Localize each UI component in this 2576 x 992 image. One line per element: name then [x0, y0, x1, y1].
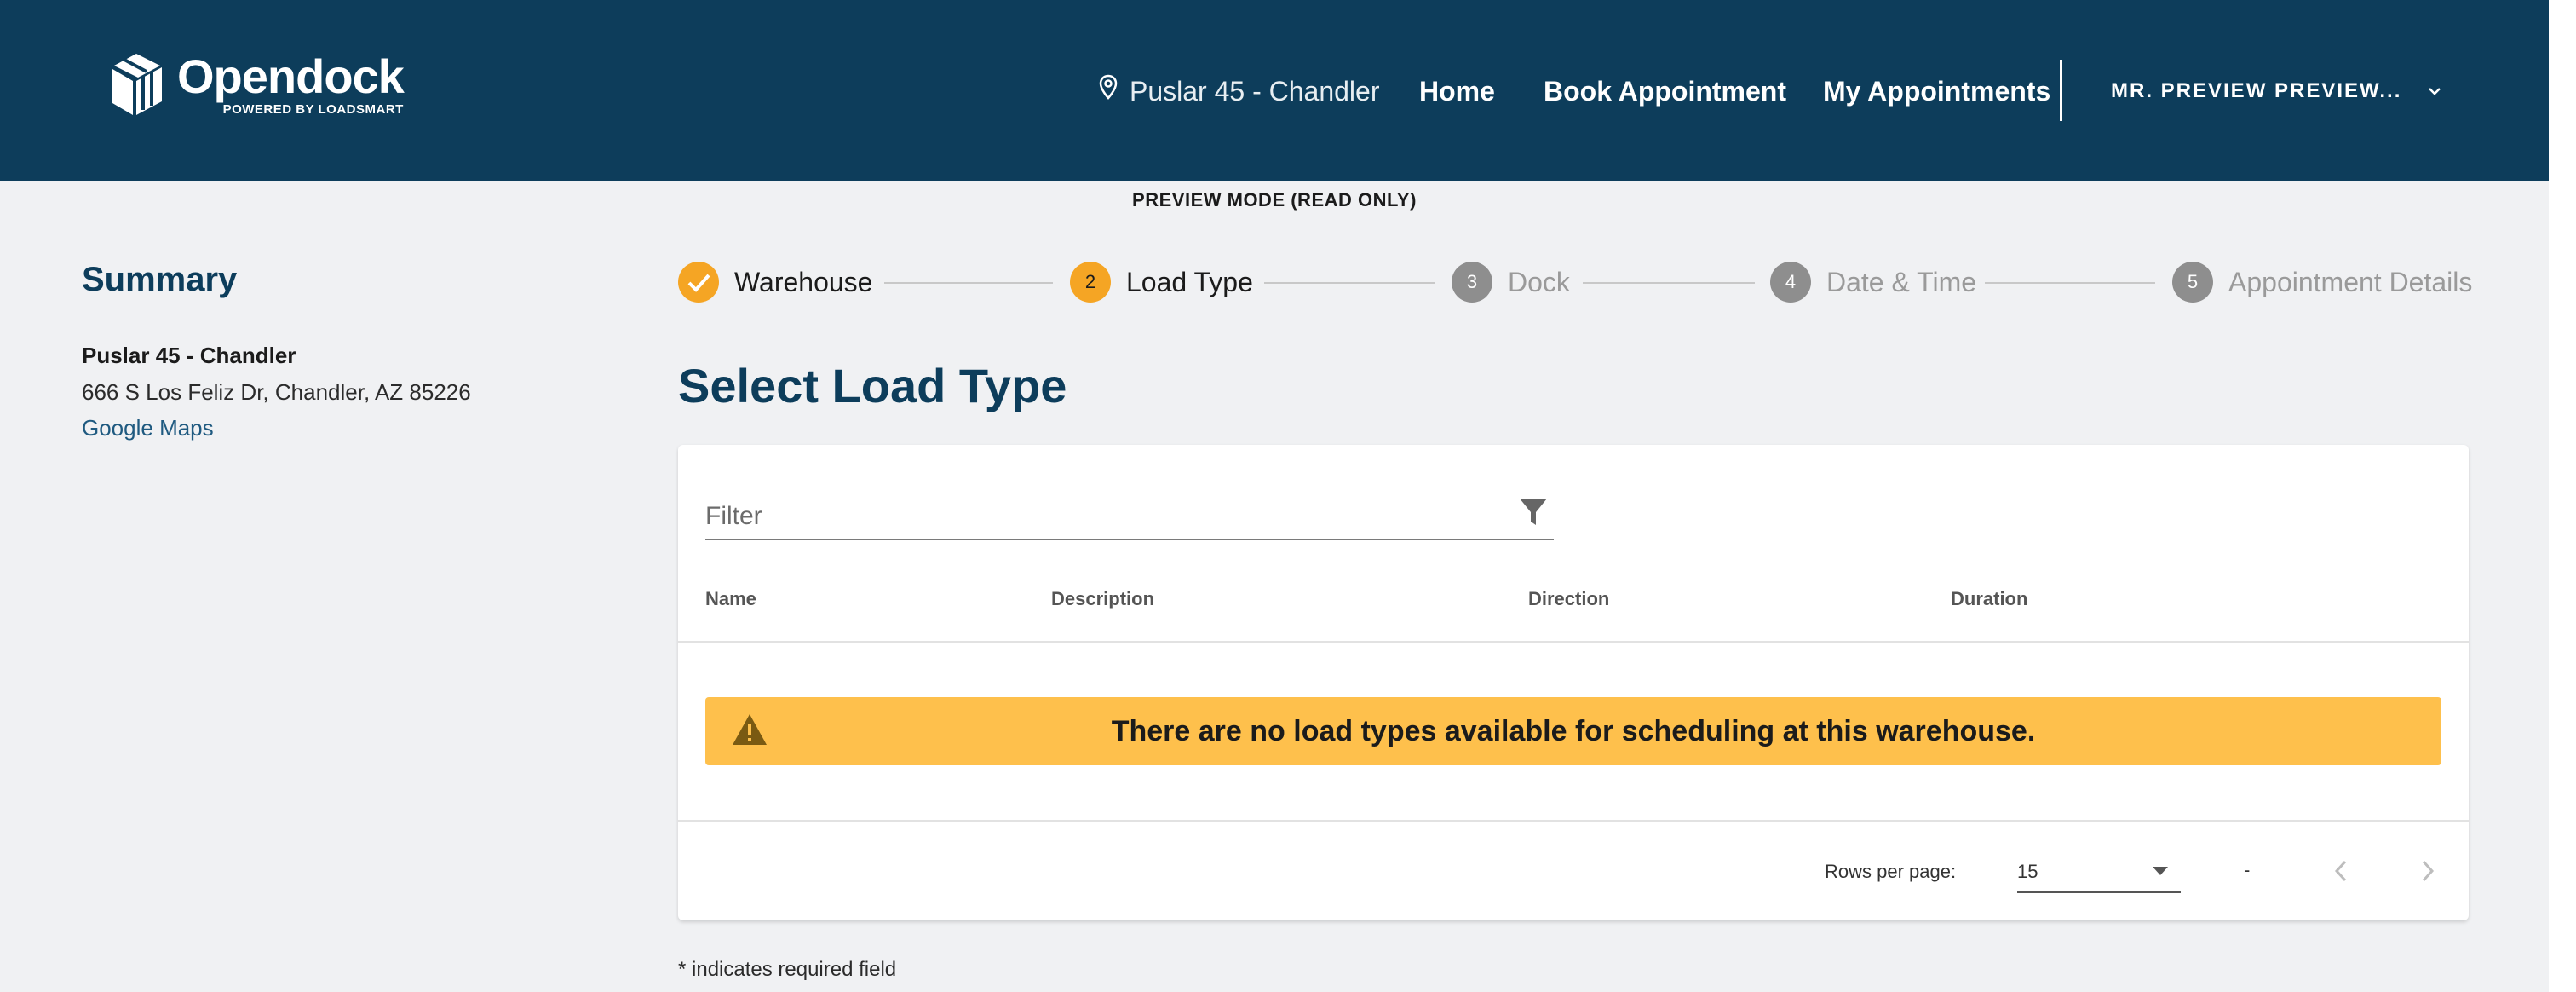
summary-title: Summary [82, 261, 238, 298]
location-pin-icon [1099, 74, 1118, 100]
table-footer-divider [678, 820, 2469, 822]
step-appointment-details: 5 Appointment Details [2172, 261, 2472, 303]
step-connector [1583, 282, 1755, 284]
check-icon [678, 262, 719, 303]
step-label: Dock [1508, 266, 1570, 297]
load-type-table-card: Name Description Direction Duration Ther… [678, 445, 2469, 920]
rows-per-page-value: 15 [2017, 861, 2038, 882]
step-label: Appointment Details [2228, 266, 2473, 297]
filter-icon[interactable] [1518, 496, 1549, 528]
step-warehouse[interactable]: Warehouse [678, 261, 872, 303]
step-label: Warehouse [734, 266, 873, 297]
step-number: 5 [2172, 262, 2213, 303]
filter-field[interactable] [705, 479, 1554, 540]
step-number: 3 [1452, 262, 1492, 303]
chevron-down-icon [2429, 88, 2441, 95]
required-field-note: * indicates required field [678, 958, 897, 981]
google-maps-link[interactable]: Google Maps [82, 415, 214, 441]
nav-book-appointment-link[interactable]: Book Appointment [1544, 60, 1786, 123]
warning-icon [733, 714, 767, 745]
column-header-duration[interactable]: Duration [1951, 588, 2027, 610]
opendock-logo[interactable]: Opendock POWERED BY LOADSMART [107, 48, 405, 121]
filter-input[interactable] [705, 499, 1472, 533]
logo-wordmark: Opendock [177, 49, 405, 103]
step-connector [1264, 282, 1435, 284]
column-header-direction[interactable]: Direction [1528, 588, 1609, 610]
chevron-right-icon[interactable] [2416, 857, 2440, 885]
empty-state-message: There are no load types available for sc… [1111, 714, 2036, 747]
rows-per-page-label: Rows per page: [1825, 861, 1957, 882]
scrollbar-rail[interactable] [2549, 0, 2576, 992]
location-label: Puslar 45 - Chandler [1130, 75, 1380, 107]
location-selector[interactable]: Puslar 45 - Chandler [1099, 60, 1379, 123]
logo-tagline: POWERED BY LOADSMART [222, 101, 404, 117]
nav-home-link[interactable]: Home [1419, 60, 1495, 123]
page-title: Select Load Type [678, 359, 1067, 412]
column-header-description[interactable]: Description [1051, 588, 1154, 610]
empty-state-alert: There are no load types available for sc… [705, 697, 2441, 765]
table-header-divider [678, 641, 2469, 643]
nav-my-appointments-link[interactable]: My Appointments [1823, 60, 2050, 123]
opendock-logo-icon [112, 54, 162, 115]
top-navigation-bar: Opendock POWERED BY LOADSMART Puslar 45 … [0, 0, 2549, 181]
summary-address: 666 S Los Feliz Dr, Chandler, AZ 85226 [82, 379, 471, 405]
step-connector [884, 282, 1053, 284]
step-dock: 3 Dock [1452, 261, 1570, 303]
user-menu[interactable]: MR. PREVIEW PREVIEW... [2111, 60, 2442, 123]
step-date-time: 4 Date & Time [1770, 261, 1976, 303]
step-label: Load Type [1126, 266, 1253, 297]
chevron-left-icon[interactable] [2329, 857, 2353, 885]
caret-down-icon [2153, 867, 2168, 875]
pagination-range: - [2244, 859, 2251, 880]
step-connector [1985, 282, 2155, 284]
step-label: Date & Time [1826, 266, 1977, 297]
step-number: 4 [1770, 262, 1811, 303]
preview-mode-banner: PREVIEW MODE (READ ONLY) [1132, 189, 1417, 211]
summary-warehouse-name: Puslar 45 - Chandler [82, 343, 296, 368]
user-name: MR. PREVIEW PREVIEW... [2111, 79, 2402, 102]
column-header-name[interactable]: Name [705, 588, 756, 610]
step-load-type[interactable]: 2 Load Type [1070, 261, 1253, 303]
nav-divider [2060, 60, 2062, 121]
step-number: 2 [1070, 262, 1111, 303]
rows-per-page-select[interactable]: 15 [2017, 849, 2181, 893]
